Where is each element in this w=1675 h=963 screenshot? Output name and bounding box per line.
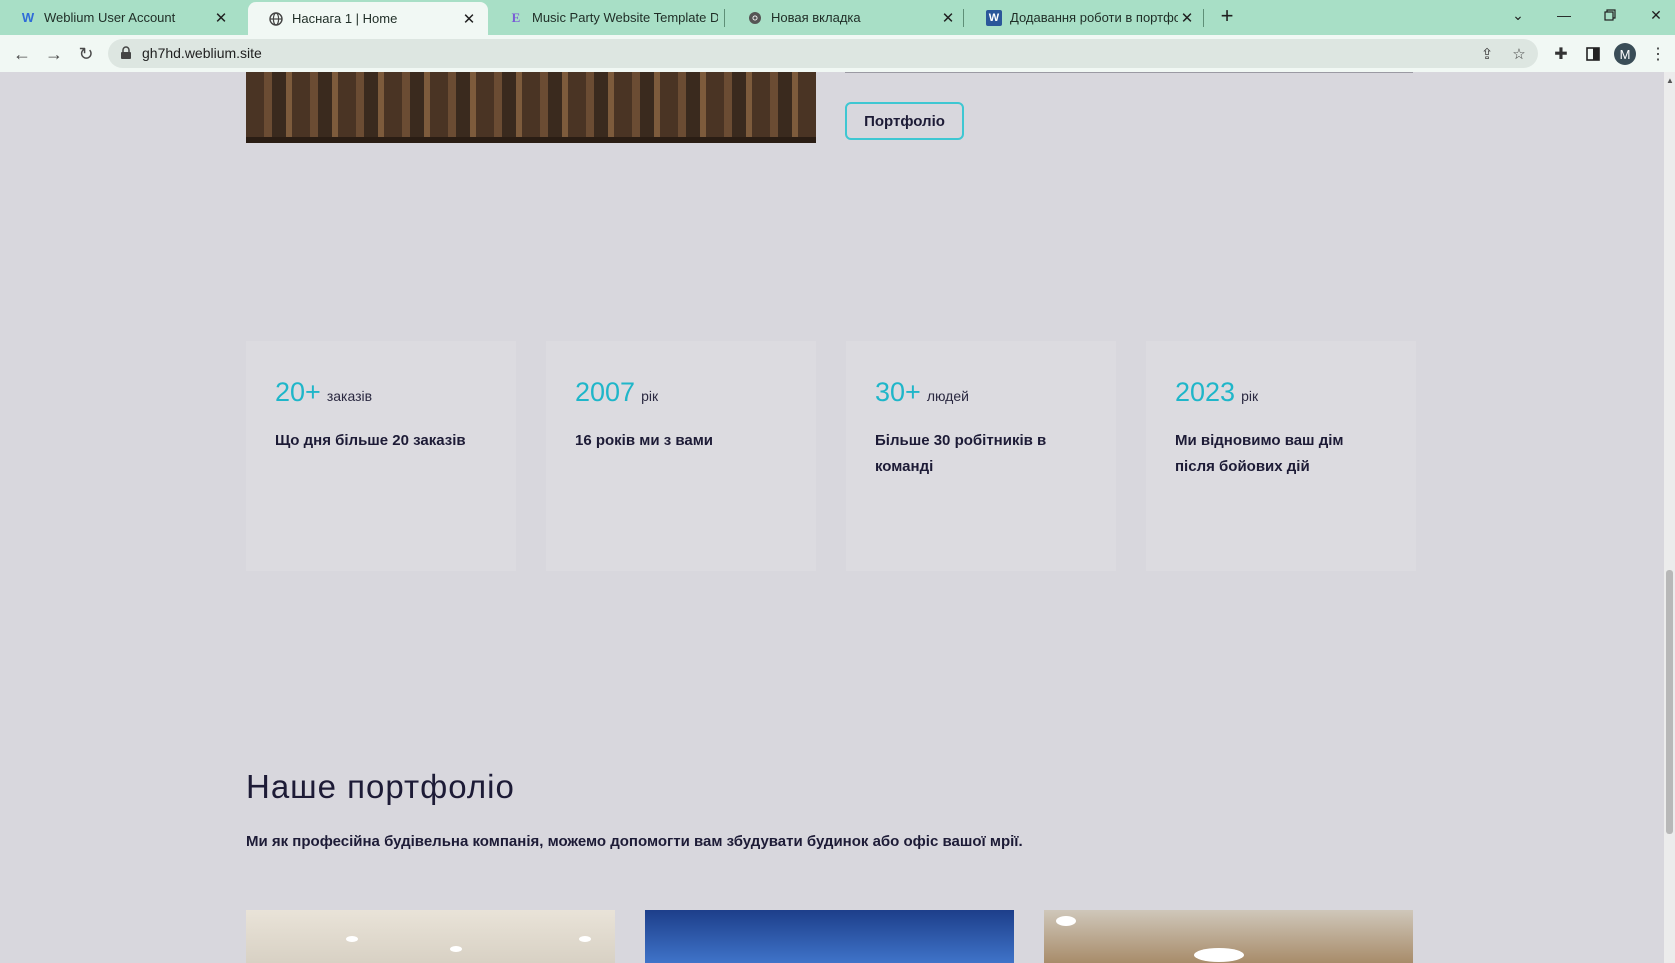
tab-strip: W Weblium User Account ✕ Наснага 1 | Hom…: [0, 0, 1675, 35]
stat-description: Що дня більше 20 заказів: [275, 432, 466, 449]
stat-unit: людей: [926, 388, 969, 404]
extensions-icon[interactable]: ✚: [1548, 41, 1574, 67]
chrome-icon: [747, 10, 763, 26]
tab-title: Новая вкладка: [771, 10, 861, 25]
portfolio-item-image[interactable]: [1044, 910, 1413, 963]
stat-number: 2007: [575, 377, 636, 407]
stat-number: 20+: [275, 377, 321, 407]
stat-number: 2023: [1175, 377, 1236, 407]
tab-weblium[interactable]: W Weblium User Account ✕: [0, 0, 240, 35]
tab-search-icon[interactable]: ⌄: [1495, 0, 1541, 30]
reload-button[interactable]: ↻: [72, 40, 100, 68]
stat-description: 16 років ми з вами: [575, 432, 714, 449]
tab-title: Додавання роботи в портфоліо: [1010, 10, 1178, 25]
browser-toolbar: ← → ↻ gh7hd.weblium.site ⇪ ☆ ✚ M ⋮: [0, 35, 1675, 73]
page-viewport: Портфоліо 20+ заказів Що дня більше 20 за…: [0, 72, 1664, 963]
ceiling-light: [450, 946, 462, 952]
tab-title: Music Party Website Template De: [532, 10, 718, 25]
bookmark-star-icon[interactable]: ☆: [1508, 43, 1530, 65]
globe-icon: [268, 11, 284, 27]
scrollbar-thumb[interactable]: [1666, 570, 1673, 834]
portfolio-button[interactable]: Портфоліо: [845, 102, 964, 140]
tab-separator: [963, 9, 964, 27]
ceiling-light: [1194, 948, 1244, 962]
section-subtitle: Ми як професійна будівельна компанія, мо…: [246, 833, 1023, 850]
stat-unit: рік: [641, 388, 659, 404]
divider: [845, 72, 1413, 73]
portfolio-item-image[interactable]: [246, 910, 615, 963]
stat-card: 2007 рік 16 років ми з вами: [546, 341, 816, 571]
portfolio-item-image[interactable]: [645, 910, 1014, 963]
stat-card: 30+ людей Більше 30 робітників в команді: [846, 341, 1116, 571]
weblium-icon: W: [21, 10, 35, 25]
close-icon[interactable]: ✕: [939, 9, 957, 27]
word-icon: W: [986, 9, 1002, 26]
scrollbar[interactable]: ▲: [1664, 72, 1675, 963]
tab-separator: [724, 9, 725, 27]
tab-separator: [1203, 9, 1204, 27]
url-text: gh7hd.weblium.site: [142, 45, 262, 61]
address-bar[interactable]: gh7hd.weblium.site ⇪ ☆: [108, 39, 1538, 68]
stat-description: Ми відновимо ваш дім після бойових дій: [1175, 432, 1344, 475]
scroll-up-icon[interactable]: ▲: [1666, 76, 1674, 85]
tab-title: Weblium User Account: [44, 10, 176, 25]
stat-unit: рік: [1241, 388, 1259, 404]
side-panel-icon[interactable]: [1580, 41, 1606, 67]
section-title: Наше портфоліо: [246, 768, 515, 805]
ceiling-light: [346, 936, 358, 942]
tab-new[interactable]: Новая вкладка ✕: [727, 0, 967, 35]
close-icon[interactable]: ✕: [212, 9, 230, 27]
close-icon[interactable]: ✕: [1178, 9, 1196, 27]
menu-icon[interactable]: ⋮: [1645, 41, 1671, 67]
tab-word[interactable]: W Додавання роботи в портфоліо ✕: [966, 0, 1206, 35]
tab-title: Наснага 1 | Home: [292, 11, 398, 26]
envato-icon: E: [511, 9, 521, 25]
forward-button[interactable]: →: [40, 40, 68, 68]
tab-music-party[interactable]: E Music Party Website Template De: [488, 0, 728, 35]
ceiling-light: [579, 936, 591, 942]
restore-button[interactable]: [1587, 0, 1633, 30]
close-icon[interactable]: ✕: [460, 10, 478, 28]
stat-description: Більше 30 робітників в команді: [875, 432, 1047, 475]
back-button[interactable]: ←: [8, 40, 36, 68]
close-window-button[interactable]: ✕: [1633, 0, 1675, 30]
construction-image: [246, 72, 816, 143]
lock-icon: [120, 46, 132, 60]
stat-unit: заказів: [326, 388, 373, 404]
avatar[interactable]: M: [1614, 43, 1636, 65]
stat-card: 2023 рік Ми відновимо ваш дім після бойов…: [1146, 341, 1416, 571]
new-tab-button[interactable]: +: [1215, 5, 1239, 29]
stat-number: 30+: [875, 377, 921, 407]
minimize-button[interactable]: —: [1541, 0, 1587, 30]
ceiling-light: [1056, 916, 1076, 926]
stat-card: 20+ заказів Що дня більше 20 заказів: [246, 341, 516, 571]
tab-home[interactable]: Наснага 1 | Home ✕: [248, 2, 488, 35]
share-icon[interactable]: ⇪: [1476, 43, 1498, 65]
